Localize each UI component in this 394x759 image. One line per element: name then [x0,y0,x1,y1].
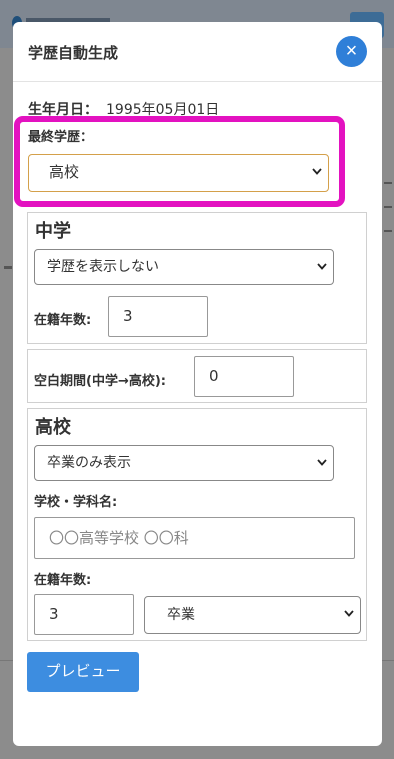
high-school-years-label: 在籍年数: [34,573,92,588]
high-school-years-input[interactable]: 3 [34,594,134,635]
chevron-down-icon [312,155,322,175]
chevron-down-icon [344,597,354,617]
high-school-display-select[interactable]: 卒業のみ表示 [34,445,334,481]
middle-school-display-value: 学歴を表示しない [47,259,159,275]
school-name-label: 学校・学科名: [34,495,118,510]
gap-panel: 空白期間(中学→高校): 0 [27,349,367,403]
gap-label: 空白期間(中学→高校): [34,374,166,389]
close-button[interactable]: × [336,36,367,67]
middle-school-panel: 中学 学歴を表示しない 在籍年数: 3 [27,212,367,344]
high-school-display-value: 卒業のみ表示 [47,455,131,471]
middle-school-years-input[interactable]: 3 [108,296,208,337]
chevron-down-icon [317,250,327,270]
final-education-value: 高校 [49,163,80,181]
middle-school-heading: 中学 [35,221,71,242]
middle-school-display-select[interactable]: 学歴を表示しない [34,249,334,285]
high-school-panel: 高校 卒業のみ表示 学校・学科名: 〇〇高等学校 〇〇科 在籍年数: 3 卒業 [27,408,367,641]
preview-button[interactable]: プレビュー [27,652,139,692]
modal-header: 学歴自動生成 × [13,22,382,82]
final-education-label: 最終学歴： [28,130,94,145]
education-modal: 学歴自動生成 × 生年月日： 1995年05月01日 最終学歴： 高校 中学 学歴… [13,22,382,746]
final-education-select[interactable]: 高校 [28,154,329,192]
modal-title: 学歴自動生成 [28,44,119,62]
high-school-heading: 高校 [35,417,71,438]
high-school-status-value: 卒業 [167,607,195,623]
close-icon: × [345,40,358,62]
middle-school-years-label: 在籍年数: [34,313,92,328]
background-divider [4,266,12,269]
high-school-status-select[interactable]: 卒業 [144,596,361,634]
school-name-input[interactable]: 〇〇高等学校 〇〇科 [34,517,355,559]
final-education-section: 最終学歴： 高校 [14,116,345,207]
background-content [380,160,394,280]
chevron-down-icon [317,446,327,466]
gap-input[interactable]: 0 [194,356,294,397]
